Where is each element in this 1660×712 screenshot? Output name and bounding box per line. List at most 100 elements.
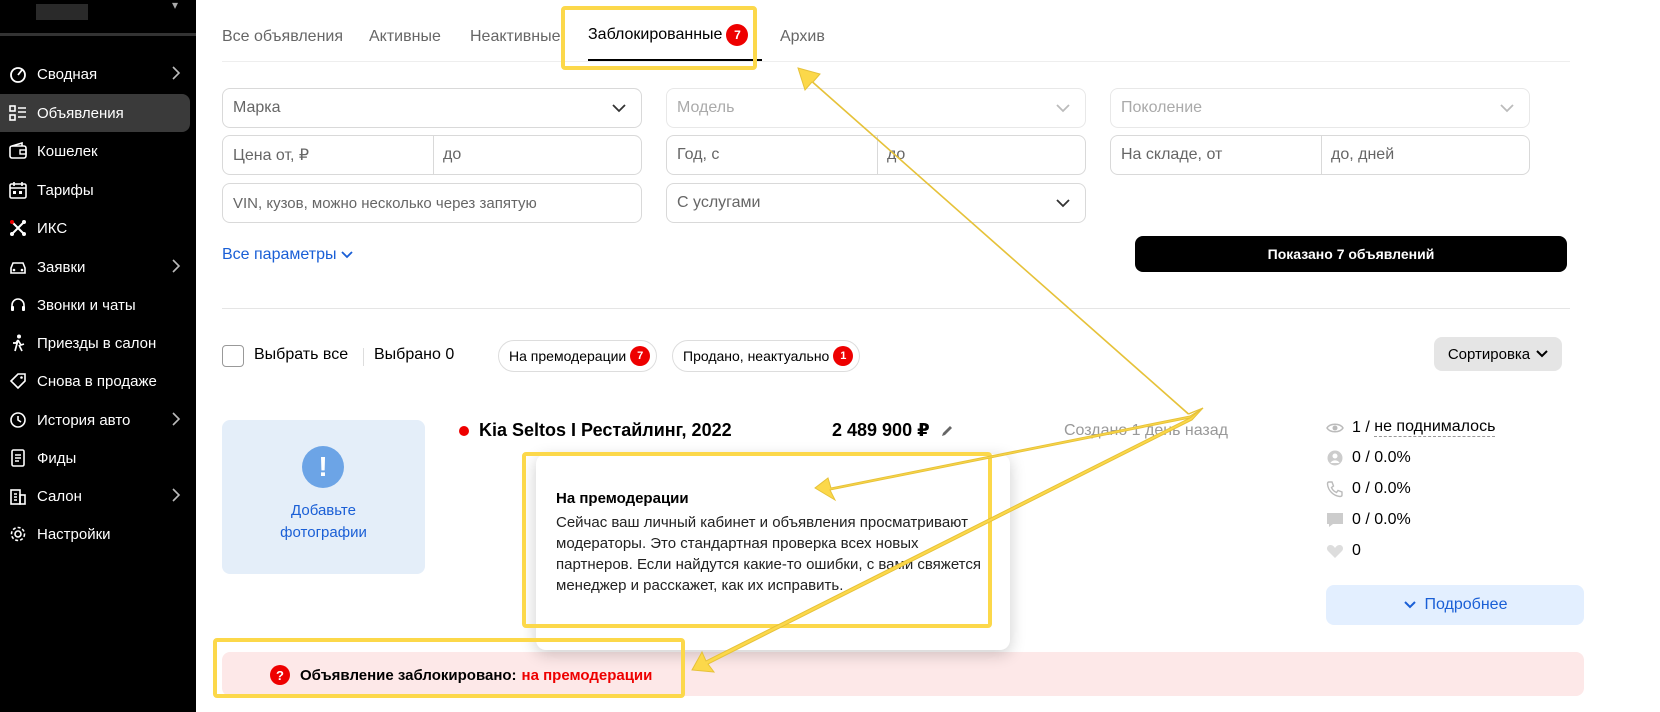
show-results-button[interactable]: Показано 7 объявлений [1135, 236, 1567, 272]
chevron-right-icon [170, 411, 182, 431]
pencil-icon[interactable] [940, 424, 954, 438]
chats-stat: 0 / 0.0% [1326, 511, 1411, 529]
sort-label: Сортировка [1447, 345, 1531, 363]
tab-inactive[interactable]: Неактивные [470, 28, 561, 46]
sidebar-item-tariffs[interactable]: Тарифы [0, 171, 190, 209]
views-separator: / [1360, 418, 1375, 436]
history-icon [8, 411, 28, 429]
chevron-down-icon [1055, 101, 1071, 120]
sidebar-item-requests[interactable]: Заявки [0, 248, 190, 286]
wallet-icon [8, 142, 28, 160]
chevron-down-icon [1403, 601, 1416, 609]
main-content: Все объявления Активные Неактивные Забло… [196, 0, 1660, 712]
premoderation-tooltip: На премодерации Сейчас ваш личный кабине… [536, 454, 1010, 650]
vin-input-placeholder: VIN, кузов, можно несколько через запяту… [233, 194, 537, 212]
chevron-down-icon [1536, 350, 1548, 358]
sidebar-item-iks[interactable]: ИКС [0, 209, 190, 247]
account-header[interactable]: ▾ [0, 0, 196, 36]
sidebar-item-car-history[interactable]: История авто [0, 401, 190, 439]
chip-sold[interactable]: Продано, неактуально 1 [672, 340, 861, 372]
sidebar-item-feeds[interactable]: Фиды [0, 439, 190, 477]
add-photo-placeholder[interactable]: ! Добавьте фотографии [222, 420, 425, 574]
sidebar-item-listings[interactable]: Объявления [0, 94, 190, 132]
sidebar-item-salon[interactable]: Салон [0, 477, 190, 515]
exclamation-icon: ! [302, 446, 344, 488]
building-icon [8, 487, 28, 505]
raise-status-link[interactable]: не поднималось [1374, 418, 1496, 437]
model-select[interactable]: Модель [666, 88, 1086, 128]
blocked-label: Объявление заблокировано: [300, 666, 517, 684]
price-to-input[interactable]: до [443, 146, 461, 164]
headset-icon [8, 296, 28, 314]
stock-from-input[interactable]: На складе, от [1121, 146, 1222, 164]
selected-count: Выбрано 0 [374, 346, 455, 363]
more-details-button[interactable]: Подробнее [1326, 585, 1584, 625]
calendar-icon [8, 181, 28, 199]
listing-created: Создано 1 день назад [1064, 422, 1228, 439]
chevron-down-icon [1055, 196, 1071, 215]
model-select-label: Модель [677, 99, 735, 116]
sidebar-item-wallet[interactable]: Кошелек [0, 132, 190, 170]
sidebar-item-visits[interactable]: Приезды в салон [0, 324, 190, 362]
sidebar-item-label: История авто [37, 411, 131, 429]
tooltip-title: На премодерации [556, 490, 689, 507]
iks-icon [8, 219, 28, 237]
dashboard-icon [8, 65, 28, 83]
gear-icon [8, 525, 28, 543]
listing-price: 2 489 900 ₽ [832, 420, 954, 441]
sidebar-item-label: Фиды [37, 449, 77, 467]
listing-title-text: Kia Seltos I Рестайлинг, 2022 [479, 420, 732, 440]
listing-price-text: 2 489 900 ₽ [832, 420, 930, 440]
listing-tabs: Все объявления Активные Неактивные Забло… [222, 0, 1570, 62]
question-icon[interactable]: ? [270, 665, 290, 685]
tooltip-body: Сейчас ваш личный кабинет и объявления п… [556, 514, 981, 594]
services-select[interactable]: С услугами [666, 183, 1086, 223]
generation-select[interactable]: Поколение [1110, 88, 1530, 128]
sidebar-item-label: Звонки и чаты [37, 296, 136, 314]
sidebar-item-label: Снова в продаже [37, 372, 157, 390]
blocked-reason-link[interactable]: на премодерации [522, 667, 653, 684]
range-divider [877, 136, 878, 174]
price-from-input[interactable]: Цена от, ₽ [233, 145, 309, 165]
calls-count: 0 / 0.0% [1352, 480, 1411, 497]
active-tab-underline [588, 59, 762, 61]
account-name-redacted [36, 4, 88, 20]
range-divider [1321, 136, 1322, 174]
tab-count-badge: 7 [726, 24, 749, 46]
chevron-down-icon[interactable]: ▾ [172, 0, 178, 12]
tab-active[interactable]: Активные [369, 28, 441, 46]
user-icon [1326, 449, 1344, 467]
year-from-input[interactable]: Год, с [677, 146, 719, 164]
chevron-right-icon [170, 258, 182, 278]
sidebar-item-resale[interactable]: Снова в продаже [0, 362, 190, 400]
sidebar-item-calls-chats[interactable]: Звонки и чаты [0, 286, 190, 324]
tab-all[interactable]: Все объявления [222, 28, 343, 46]
tab-blocked[interactable]: Заблокированные 7 [588, 24, 749, 46]
views-count: 1 [1352, 418, 1361, 436]
sort-button[interactable]: Сортировка [1434, 337, 1562, 371]
chip-label: На премодерации [509, 348, 627, 364]
heart-icon [1326, 542, 1344, 560]
select-all-label[interactable]: Выбрать все [254, 346, 348, 364]
tag-icon [8, 372, 28, 390]
chip-label: Продано, неактуально [683, 348, 830, 364]
year-to-input[interactable]: до [887, 146, 905, 164]
tab-archive[interactable]: Архив [780, 28, 825, 46]
year-range-input[interactable]: Год, с до [666, 135, 1086, 175]
listing-title[interactable]: Kia Seltos I Рестайлинг, 2022 [459, 420, 732, 441]
blocked-notice-text: ? Объявление заблокировано: на премодера… [270, 665, 652, 685]
contacts-stat: 0 / 0.0% [1326, 449, 1411, 467]
vin-input[interactable]: VIN, кузов, можно несколько через запяту… [222, 183, 642, 223]
select-all-checkbox[interactable] [222, 345, 244, 367]
stock-to-input[interactable]: до, дней [1331, 146, 1394, 164]
chip-premoderation[interactable]: На премодерации 7 [498, 340, 658, 372]
brand-select[interactable]: Марка [222, 88, 642, 128]
sidebar-item-summary[interactable]: Сводная [0, 55, 190, 93]
chevron-down-icon [341, 251, 354, 259]
sidebar-item-settings[interactable]: Настройки [0, 515, 190, 553]
all-params-link[interactable]: Все параметры [222, 246, 354, 264]
stock-days-range-input[interactable]: На складе, от до, дней [1110, 135, 1530, 175]
price-range-input[interactable]: Цена от, ₽ до [222, 135, 642, 175]
contacts-count: 0 / 0.0% [1352, 449, 1411, 466]
views-stat: 1 / не поднималось [1326, 418, 1496, 437]
